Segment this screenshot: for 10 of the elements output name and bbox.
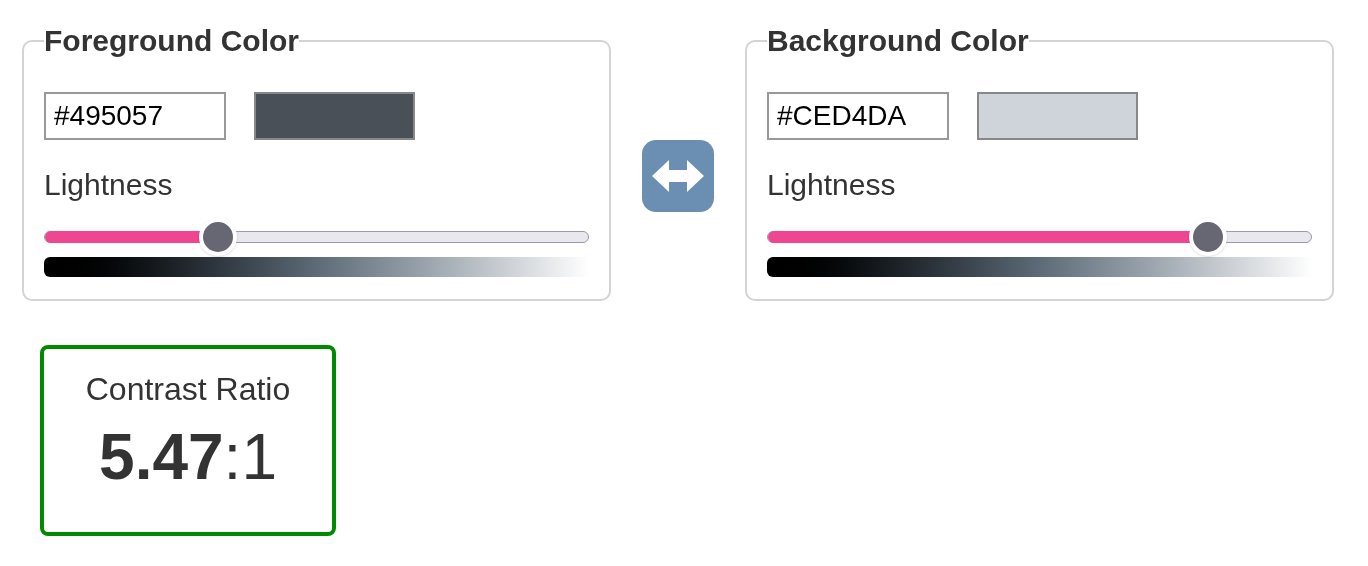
slider-label: Lightness <box>767 170 897 200</box>
hex-input[interactable]: #CED4DA <box>767 92 949 140</box>
hex-input[interactable]: #495057 <box>44 92 226 140</box>
swap-button[interactable] <box>642 139 714 212</box>
contrast-ratio: 5.47:1 <box>99 425 277 489</box>
contrast-title: Contrast Ratio <box>85 373 291 405</box>
panel-title: Background Color <box>767 26 1029 56</box>
double-arrow-icon <box>652 158 704 193</box>
panel-title: Foreground Color <box>44 26 299 56</box>
slider-label: Lightness <box>44 170 174 200</box>
